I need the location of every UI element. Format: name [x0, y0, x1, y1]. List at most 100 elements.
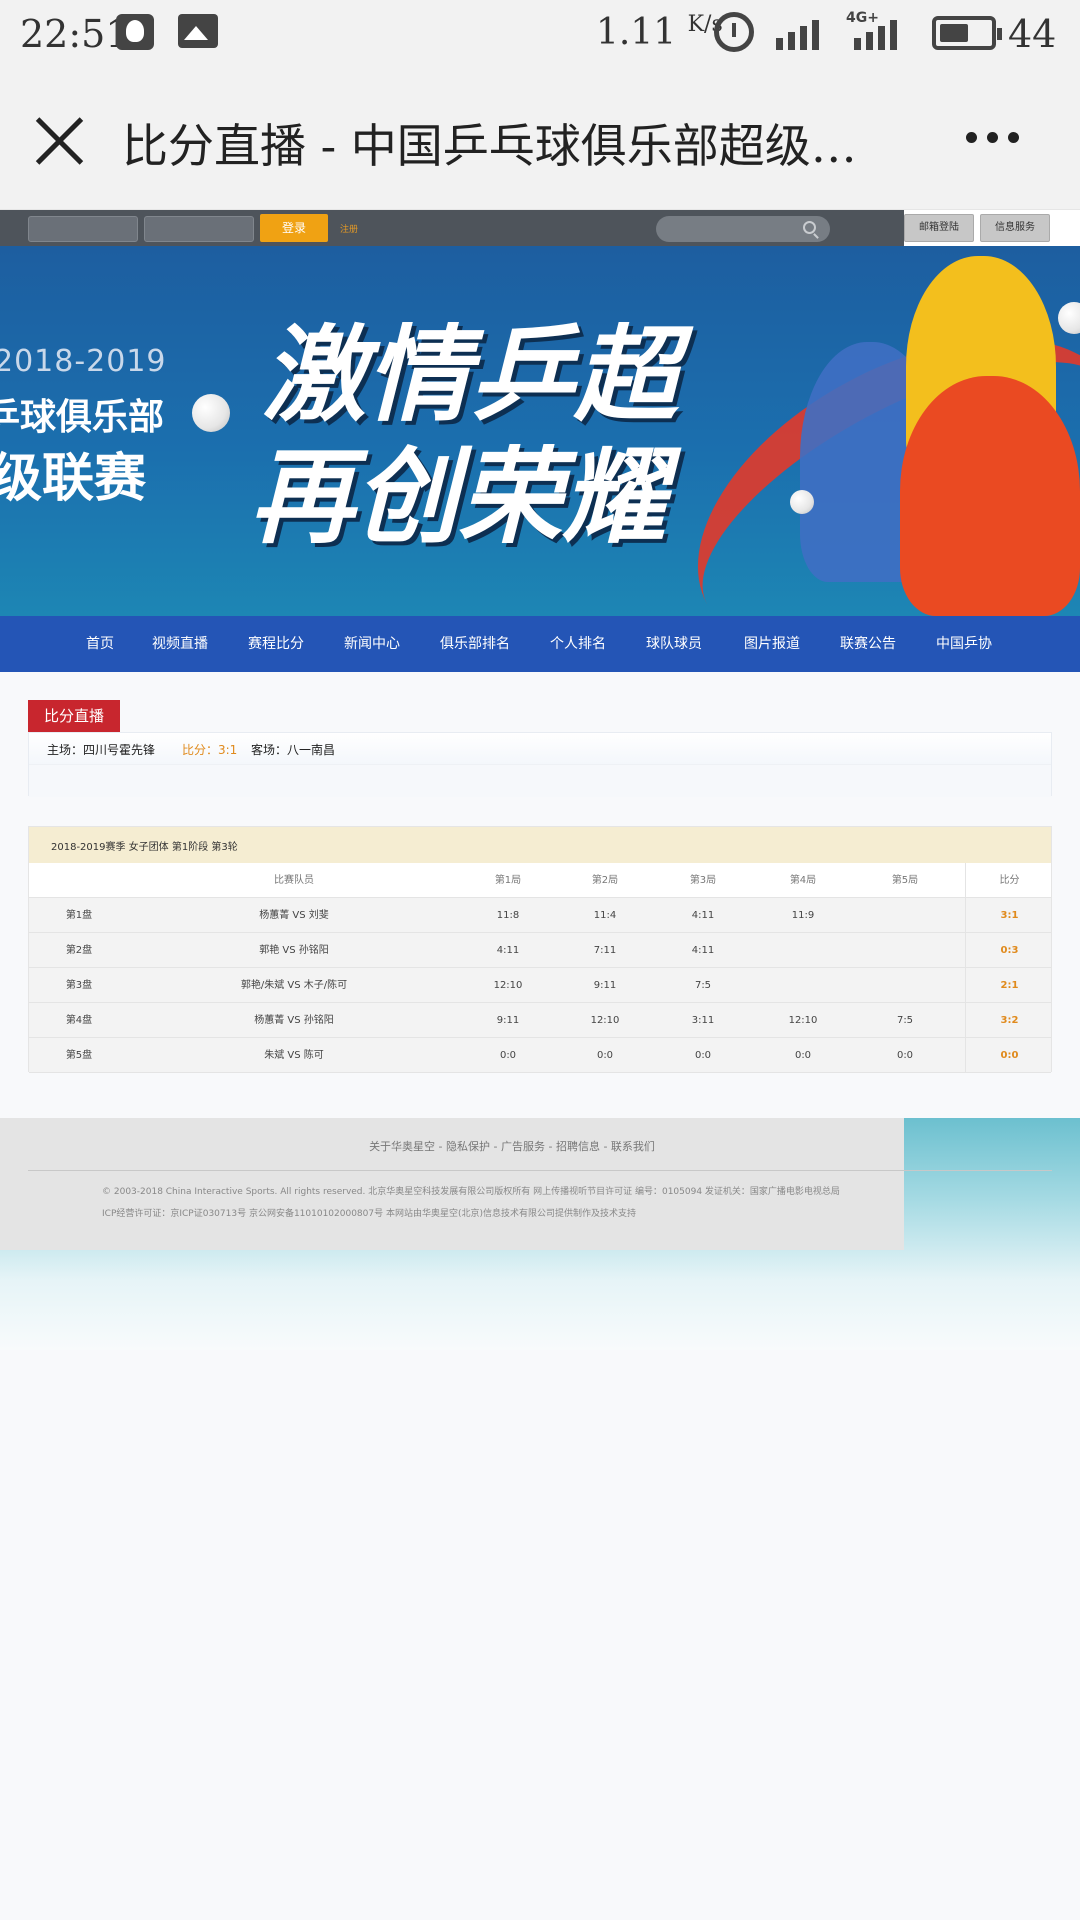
table-cell: [753, 933, 853, 968]
table-cell-score: 2:1: [965, 968, 1053, 1003]
footer-copyright: © 2003-2018 China Interactive Sports. Al…: [102, 1187, 840, 1197]
table-cell: 4:11: [691, 945, 715, 956]
table-cell: 0:0: [794, 1050, 812, 1061]
match-info-row-empty: [29, 765, 1051, 797]
table-cell: 9:11: [496, 1015, 520, 1026]
nav-photo-report[interactable]: 图片报道: [744, 633, 800, 653]
nav-league-notice[interactable]: 联赛公告: [840, 633, 896, 653]
password-input[interactable]: [144, 216, 254, 242]
register-link[interactable]: 注册: [340, 222, 358, 235]
username-input[interactable]: [28, 216, 138, 242]
nav-news[interactable]: 新闻中心: [344, 633, 400, 653]
column-header: 第4局: [789, 875, 817, 886]
table-cell: 0:0: [596, 1050, 614, 1061]
table-cell: 第2盘: [65, 945, 93, 956]
away-team: 客场：八一南昌: [251, 743, 336, 757]
table-cell: 11:8: [496, 910, 520, 921]
network-speed-value: 1.11: [596, 12, 677, 53]
footer-links[interactable]: 关于华奥星空 - 隐私保护 - 广告服务 - 招聘信息 - 联系我们: [0, 1138, 1024, 1154]
column-header: 第2局: [591, 875, 619, 886]
column-header: 比赛队员: [274, 875, 314, 886]
table-cell: 4:11: [496, 945, 520, 956]
qq-icon: [116, 14, 154, 50]
table-cell: 0:0: [499, 1050, 517, 1061]
score-table: 2018-2019赛季 女子团体 第1阶段 第3轮 比赛队员 第1局 第2局 第…: [28, 826, 1052, 1073]
nav-schedule-scores[interactable]: 赛程比分: [248, 633, 304, 653]
table-row: 第3盘 郭艳/朱斌 VS 木子/陈可 12:10 9:11 7:5 2:1: [29, 968, 1051, 1003]
table-cell: [853, 933, 957, 968]
score-table-header: 2018-2019赛季 女子团体 第1阶段 第3轮: [29, 827, 1051, 863]
main-nav: 首页 视频直播 赛程比分 新闻中心 俱乐部排名 个人排名 球队球员 图片报道 联…: [0, 616, 1080, 672]
column-header: 比分: [965, 863, 1053, 898]
top-login-bar: 登录 注册: [0, 210, 904, 246]
top-right-buttons: 邮箱登陆 信息服务: [904, 210, 1080, 246]
table-cell: 12:10: [788, 1015, 818, 1026]
info-service-button[interactable]: 信息服务: [980, 214, 1050, 242]
login-button[interactable]: 登录: [260, 214, 328, 242]
footer-divider: [28, 1170, 1052, 1171]
footer: 关于华奥星空 - 隐私保护 - 广告服务 - 招聘信息 - 联系我们 © 200…: [0, 1118, 1052, 1250]
table-cell: 12:10: [493, 980, 523, 991]
match-score: 比分：3:1: [182, 743, 238, 757]
match-info: 主场：四川号霍先锋 比分：3:1 客场：八一南昌: [28, 732, 1052, 797]
battery-level: 44: [1008, 12, 1057, 56]
site-search-input[interactable]: [656, 216, 830, 242]
column-header: 第1局: [494, 875, 522, 886]
table-cell: 11:9: [791, 910, 815, 921]
status-time: 22:51: [20, 12, 130, 56]
ping-pong-ball-icon: [790, 490, 814, 514]
table-cell: 7:5: [694, 980, 712, 991]
table-cell: 第5盘: [65, 1050, 93, 1061]
status-bar: 22:51 1.11 K/s 4G+ 44: [0, 0, 1080, 66]
web-content: 登录 注册 邮箱登陆 信息服务 2018-2019 乒球俱乐部 级联赛 激情乒超…: [0, 210, 1080, 1350]
section-tag: 比分直播: [28, 700, 120, 732]
table-cell-score: 3:2: [965, 1003, 1053, 1038]
table-cell: 第4盘: [65, 1015, 93, 1026]
table-cell: [853, 968, 957, 1003]
table-cell-score: 3:1: [965, 898, 1053, 933]
table-cell: 4:11: [691, 910, 715, 921]
table-cell: 9:11: [593, 980, 617, 991]
table-row: 第2盘 郭艳 VS 孙铭阳 4:11 7:11 4:11 0:3: [29, 933, 1051, 968]
network-speed: 1.11 K/s: [596, 12, 723, 53]
table-row: 第5盘 朱斌 VS 陈可 0:0 0:0 0:0 0:0 0:0 0:0: [29, 1038, 1051, 1073]
footer-icp: ICP经营许可证：京ICP证030713号 京公网安备1101010200080…: [102, 1209, 636, 1219]
banner-season: 2018-2019: [0, 344, 167, 379]
table-cell: 第3盘: [65, 980, 93, 991]
table-cell: 11:4: [593, 910, 617, 921]
table-cell-score: 0:0: [965, 1038, 1053, 1073]
table-cell: 7:5: [896, 1015, 914, 1026]
table-header-row: 比赛队员 第1局 第2局 第3局 第4局 第5局 比分: [29, 863, 1051, 898]
nav-video-live[interactable]: 视频直播: [152, 633, 208, 653]
column-header: 第5局: [891, 875, 919, 886]
home-team: 主场：四川号霍先锋: [47, 743, 156, 757]
player-silhouette-orange: [900, 376, 1080, 616]
search-icon[interactable]: [803, 221, 816, 234]
nav-teams-players[interactable]: 球队球员: [646, 633, 702, 653]
nav-china-tt-association[interactable]: 中国乒协: [936, 633, 992, 653]
close-icon[interactable]: [34, 116, 84, 166]
table-row: 第4盘 杨蕙菁 VS 孙铭阳 9:11 12:10 3:11 12:10 7:5…: [29, 1003, 1051, 1038]
alarm-icon: [714, 12, 754, 52]
table-cell: 0:0: [694, 1050, 712, 1061]
hero-banner: 2018-2019 乒球俱乐部 级联赛 激情乒超 再创荣耀: [0, 246, 1080, 616]
table-cell: 杨蕙菁 VS 孙铭阳: [254, 1015, 334, 1026]
column-header: 第3局: [689, 875, 717, 886]
table-cell: [853, 898, 957, 933]
nav-home[interactable]: 首页: [86, 633, 114, 653]
table-cell: [753, 968, 853, 1003]
banner-slogan-line2: 再创荣耀: [250, 435, 667, 558]
gallery-icon: [178, 14, 218, 48]
ping-pong-ball-icon: [1058, 302, 1080, 334]
table-cell-score: 0:3: [965, 933, 1053, 968]
nav-club-ranking[interactable]: 俱乐部排名: [440, 633, 510, 653]
ping-pong-ball-icon: [192, 394, 230, 432]
more-icon[interactable]: [966, 122, 1026, 152]
match-info-row: 主场：四川号霍先锋 比分：3:1 客场：八一南昌: [29, 733, 1051, 765]
table-row: 第1盘 杨蕙菁 VS 刘斐 11:8 11:4 4:11 11:9 3:1: [29, 898, 1051, 933]
nav-player-ranking[interactable]: 个人排名: [550, 633, 606, 653]
battery-icon: [932, 16, 1002, 50]
table-cell: 第1盘: [65, 910, 93, 921]
mail-login-button[interactable]: 邮箱登陆: [904, 214, 974, 242]
table-cell: 朱斌 VS 陈可: [264, 1050, 324, 1061]
